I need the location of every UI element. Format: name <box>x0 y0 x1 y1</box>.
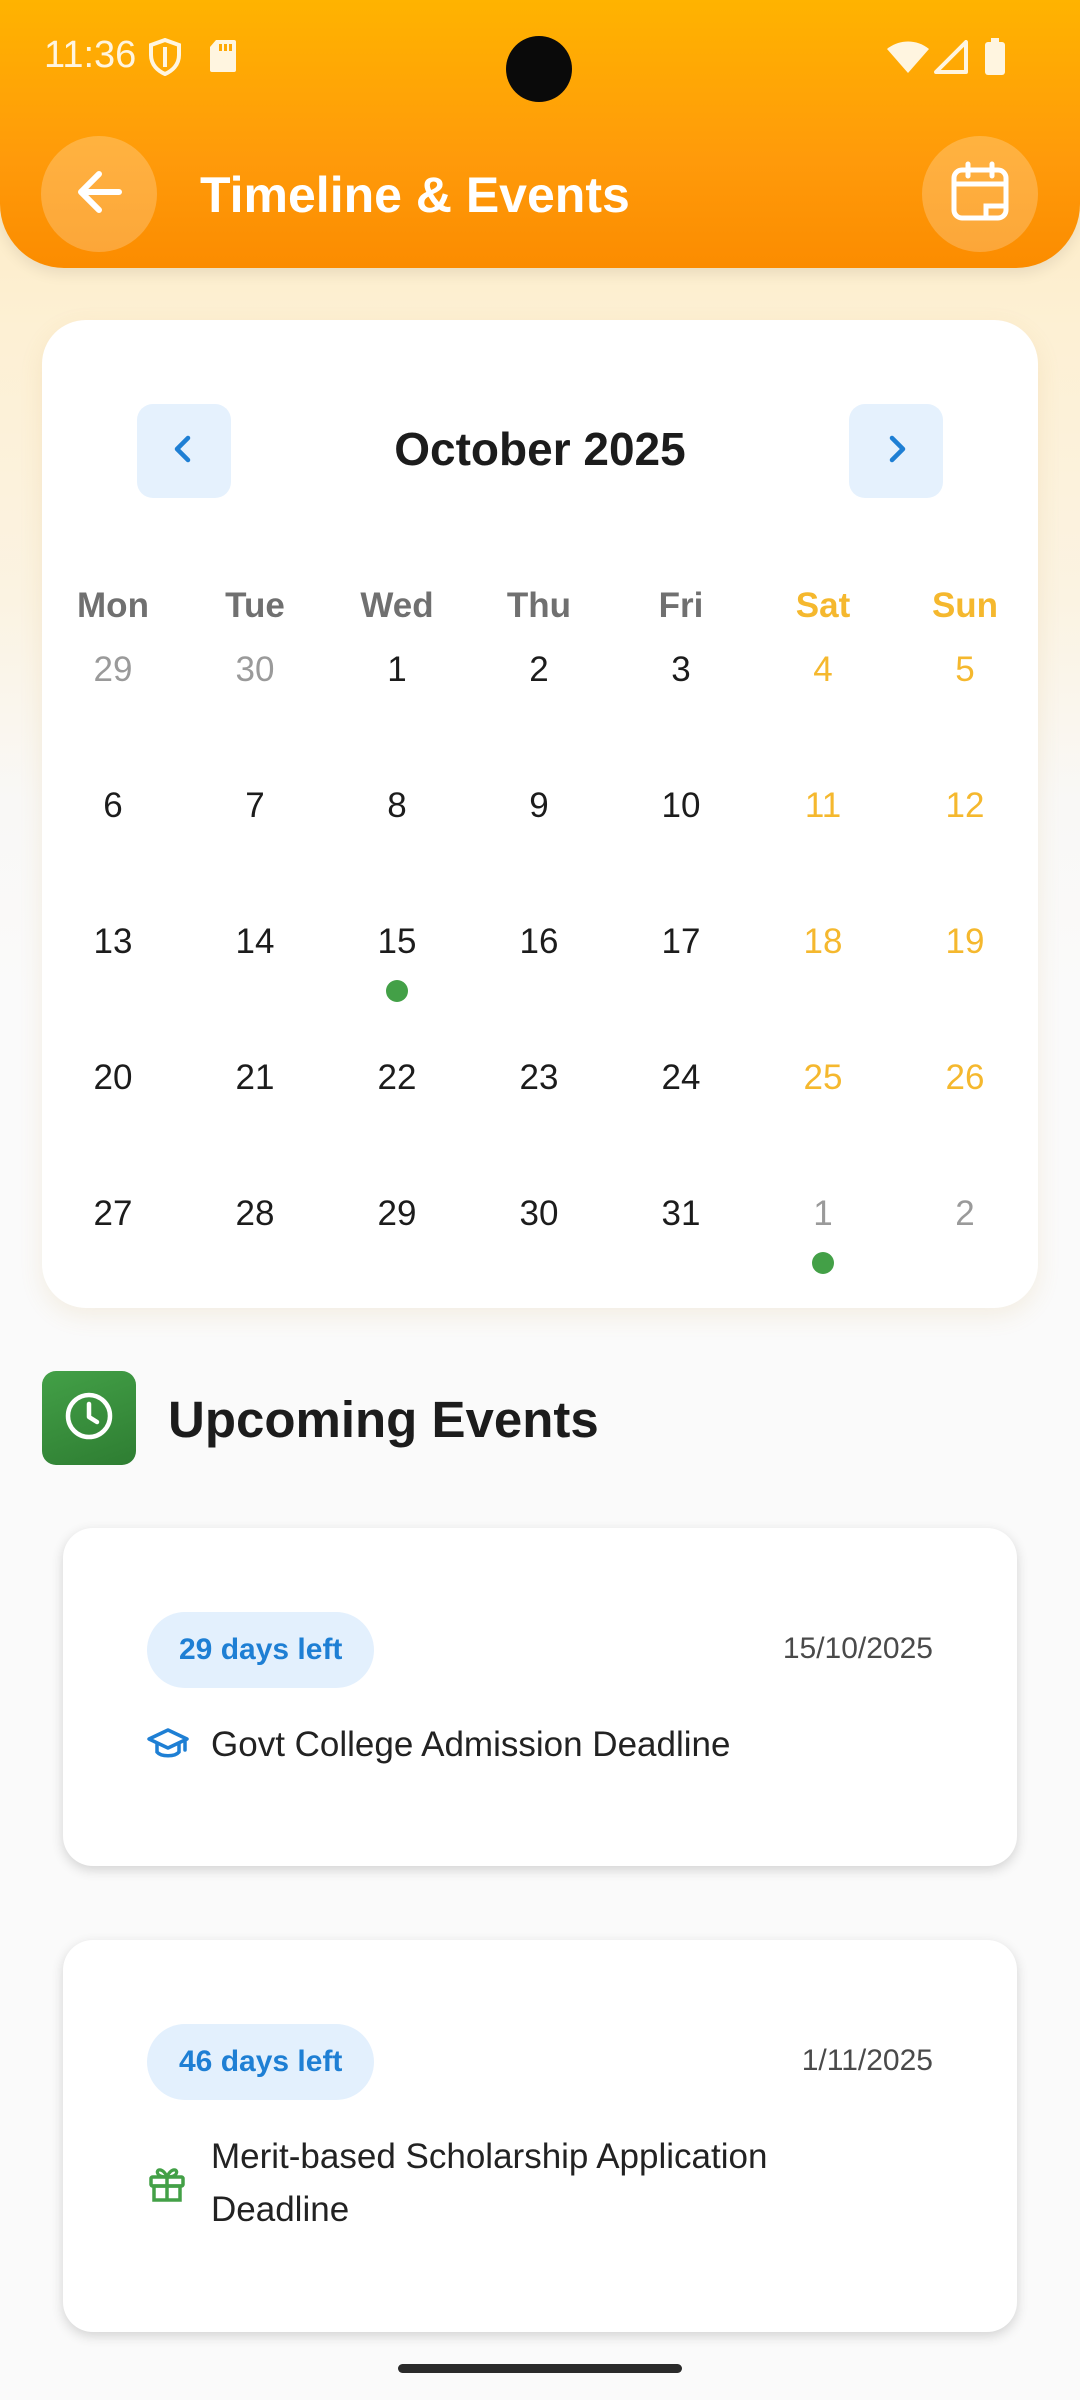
calendar-day[interactable]: 29 <box>326 1194 468 1254</box>
calendar-day[interactable]: 15 <box>326 922 468 982</box>
calendar-day[interactable]: 9 <box>468 786 610 846</box>
calendar-day[interactable]: 27 <box>42 1194 184 1254</box>
calendar-day[interactable]: 29 <box>42 650 184 710</box>
event-dot <box>812 1252 834 1274</box>
calendar-day[interactable]: 23 <box>468 1058 610 1118</box>
calendar-day[interactable]: 17 <box>610 922 752 982</box>
calendar-day[interactable]: 6 <box>42 786 184 846</box>
signal-icon <box>934 40 968 79</box>
calendar-day[interactable]: 19 <box>894 922 1036 982</box>
event-card[interactable]: 46 days left 1/11/2025 Merit-based Schol… <box>63 1940 1017 2332</box>
screen: 11:36 Timeline & Events October 2025 Mon… <box>0 0 1080 2400</box>
calendar-day[interactable]: 4 <box>752 650 894 710</box>
calendar-button[interactable] <box>922 136 1038 252</box>
calendar-day[interactable]: 1 <box>752 1194 894 1254</box>
status-bar: 11:36 <box>0 0 1080 120</box>
event-title: Merit-based Scholarship Application Dead… <box>211 2137 768 2229</box>
page-title: Timeline & Events <box>200 167 630 223</box>
calendar-day[interactable]: 25 <box>752 1058 894 1118</box>
calendar-day[interactable]: 5 <box>894 650 1036 710</box>
calendar-day[interactable]: 20 <box>42 1058 184 1118</box>
clock-icon <box>63 1390 115 1447</box>
upcoming-section-icon <box>42 1371 136 1465</box>
calendar-day[interactable]: 21 <box>184 1058 326 1118</box>
calendar-day[interactable]: 7 <box>184 786 326 846</box>
camera-cutout <box>506 36 572 102</box>
section-title: Upcoming Events <box>168 1391 599 1448</box>
event-title: Govt College Admission Deadline <box>211 1725 731 1764</box>
calendar-day[interactable]: 13 <box>42 922 184 982</box>
calendar-day[interactable]: 28 <box>184 1194 326 1254</box>
wifi-icon <box>886 40 930 79</box>
calendar-day[interactable]: 10 <box>610 786 752 846</box>
back-button[interactable] <box>41 136 157 252</box>
days-left-badge: 29 days left <box>147 1612 375 1688</box>
status-time: 11:36 <box>44 34 137 76</box>
event-card[interactable]: 29 days left 15/10/2025 Govt College Adm… <box>63 1528 1017 1866</box>
event-date: 15/10/2025 <box>782 1632 933 1665</box>
calendar-day[interactable]: 16 <box>468 922 610 982</box>
calendar-day[interactable]: 8 <box>326 786 468 846</box>
calendar-day[interactable]: 11 <box>752 786 894 846</box>
gift-icon <box>147 2163 187 2208</box>
day-grid: 29 30 1 2 3 4 5 6 7 8 9 10 11 12 13 14 15 16 17 18 19 20 21 22 2… <box>42 320 1038 1308</box>
calendar-day[interactable]: 2 <box>894 1194 1036 1254</box>
shield-icon <box>148 37 182 81</box>
sd-card-icon <box>208 38 238 79</box>
calendar-day[interactable]: 1 <box>326 650 468 710</box>
app-bar: 11:36 Timeline & Events <box>0 0 1080 268</box>
calendar-day[interactable]: 24 <box>610 1058 752 1118</box>
calendar-day[interactable]: 12 <box>894 786 1036 846</box>
calendar-day[interactable]: 31 <box>610 1194 752 1254</box>
calendar-day[interactable]: 22 <box>326 1058 468 1118</box>
calendar-day[interactable]: 30 <box>468 1194 610 1254</box>
calendar-day[interactable]: 3 <box>610 650 752 710</box>
calendar-card: October 2025 Mon Tue Wed Thu Fri Sat Sun… <box>42 320 1038 1308</box>
calendar-day[interactable]: 30 <box>184 650 326 710</box>
home-indicator[interactable] <box>398 2364 682 2373</box>
days-left-badge: 46 days left <box>147 2024 375 2100</box>
arrow-left-icon <box>73 166 125 223</box>
calendar-icon <box>948 160 1012 229</box>
calendar-day[interactable]: 26 <box>894 1058 1036 1118</box>
calendar-day[interactable]: 14 <box>184 922 326 982</box>
calendar-day[interactable]: 2 <box>468 650 610 710</box>
battery-icon <box>984 38 1006 81</box>
event-dot <box>386 980 408 1002</box>
calendar-day[interactable]: 18 <box>752 922 894 982</box>
event-date: 1/11/2025 <box>801 2044 933 2077</box>
graduation-cap-icon <box>147 1726 189 1767</box>
